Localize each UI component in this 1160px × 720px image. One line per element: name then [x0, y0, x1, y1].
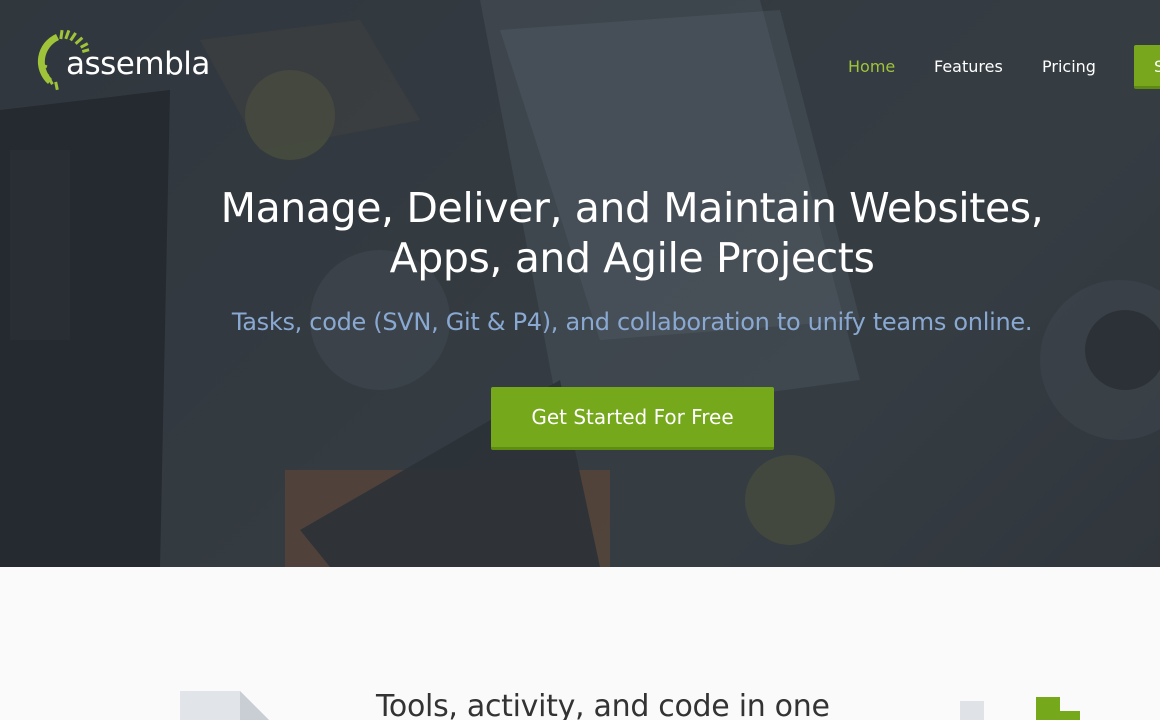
get-started-button[interactable]: Get Started For Free [491, 387, 774, 450]
main-nav: Home Features Pricing [0, 57, 1160, 81]
features-section: Tools, activity, and code in one [0, 567, 1160, 720]
features-section-title: Tools, activity, and code in one [376, 689, 830, 720]
grey-block-icon [960, 701, 984, 720]
signup-button[interactable]: S [1134, 45, 1160, 89]
nav-home[interactable]: Home [848, 57, 895, 76]
document-icon [180, 691, 269, 720]
hero-headline-line1: Manage, Deliver, and Maintain Websites, [220, 184, 1044, 232]
nav-features[interactable]: Features [934, 57, 1003, 76]
hero-subheadline: Tasks, code (SVN, Git & P4), and collabo… [231, 308, 1033, 336]
nav-pricing[interactable]: Pricing [1042, 57, 1096, 76]
hero-headline-line2: Apps, and Agile Projects [389, 234, 875, 282]
green-puzzle-icon [1036, 697, 1080, 720]
hero-headline: Manage, Deliver, and Maintain Websites, … [100, 183, 1160, 283]
